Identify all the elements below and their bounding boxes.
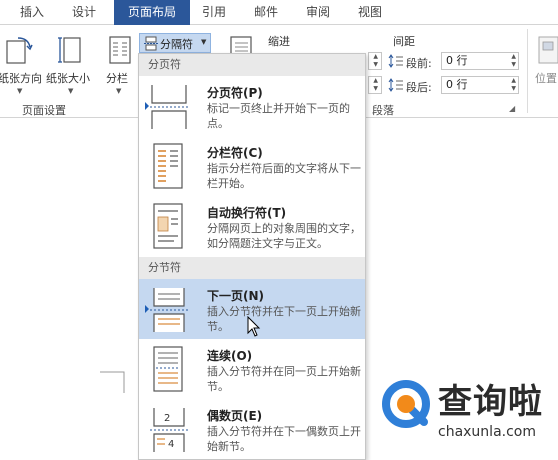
spacing-before-icon <box>388 54 403 68</box>
even-page-break-icon: 2 4 <box>150 408 188 452</box>
column-break-icon <box>153 143 183 189</box>
paragraph-group-label: 段落 <box>372 104 394 117</box>
spacing-before-value: 0 行 <box>446 54 468 67</box>
menu-item-page-break[interactable]: 分页符(P) 标记一页终止并开始下一页的点。 <box>139 76 365 136</box>
indent-right-stepper[interactable]: ▲ ▼ <box>368 52 382 70</box>
menu-item-title: 分页符(P) <box>207 86 263 100</box>
menu-item-title: 连续(O) <box>207 349 253 363</box>
indent-label: 缩进 <box>268 35 290 48</box>
page-setup-group-label: 页面设置 <box>22 104 66 117</box>
orientation-icon[interactable] <box>4 35 34 65</box>
menu-item-text-wrapping[interactable]: 自动换行符(T) 分隔网页上的对象周围的文字，如分隔题注文字与正文。 <box>139 196 365 256</box>
ribbon-tab-bar: 插入 设计 页面布局 引用 邮件 审阅 视图 <box>0 0 558 25</box>
indent-right-stepper[interactable]: ▲ ▼ <box>368 76 382 94</box>
watermark: 查询啦 chaxunla.com <box>380 368 556 456</box>
chevron-down-icon: ▼ <box>116 87 122 95</box>
orientation-button[interactable]: 纸张方向 <box>0 70 42 86</box>
watermark-domain: chaxunla.com <box>438 424 536 440</box>
group-divider <box>527 29 528 113</box>
breaks-dropdown-menu: 分页符 分页符(P) 标记一页终止并开始下一页的点。 分栏符(C) 指示分栏符后… <box>138 53 366 460</box>
menu-item-description: 插入分节符并在下一页上开始新节。 <box>207 305 361 333</box>
continuous-break-icon <box>153 346 183 392</box>
menu-item-title: 偶数页(E) <box>207 409 263 423</box>
tab-view[interactable]: 视图 <box>348 0 392 25</box>
menu-item-title: 下一页(N) <box>207 289 265 303</box>
tab-review[interactable]: 审阅 <box>296 0 340 25</box>
tab-design[interactable]: 设计 <box>62 0 106 25</box>
page-break-icon <box>150 85 188 129</box>
spacing-after-label: 段后: <box>406 81 432 94</box>
next-page-break-icon <box>150 288 188 332</box>
breaks-icon <box>144 36 158 51</box>
menu-marker-icon <box>145 102 149 110</box>
menu-item-continuous[interactable]: 连续(O) 插入分节符并在同一页上开始新节。 <box>139 339 365 399</box>
breaks-button[interactable]: 分隔符 ▼ <box>139 33 211 53</box>
position-button[interactable]: 位置 <box>535 70 557 86</box>
position-icon[interactable] <box>537 35 558 65</box>
tab-insert[interactable]: 插入 <box>10 0 54 25</box>
tab-references[interactable]: 引用 <box>192 0 236 25</box>
spacing-before-label: 段前: <box>406 57 432 70</box>
breaks-label: 分隔符 <box>160 38 193 51</box>
menu-item-description: 指示分栏符后面的文字将从下一栏开始。 <box>207 162 361 190</box>
menu-item-description: 分隔网页上的对象周围的文字，如分隔题注文字与正文。 <box>207 222 361 250</box>
tab-page-layout[interactable]: 页面布局 <box>114 0 190 25</box>
text-wrapping-break-icon <box>153 203 183 249</box>
menu-marker-icon <box>145 305 149 313</box>
chevron-down-icon: ▼ <box>201 38 207 46</box>
chevron-down-icon: ▼ <box>68 87 74 95</box>
stepper-arrows-icon[interactable]: ▲ ▼ <box>511 77 516 93</box>
menu-item-column-break[interactable]: 分栏符(C) 指示分栏符后面的文字将从下一栏开始。 <box>139 136 365 196</box>
svg-text:2: 2 <box>164 413 170 424</box>
stepper-arrows-icon[interactable]: ▲ ▼ <box>511 53 516 69</box>
page-corner-mark <box>100 371 125 393</box>
page-breaks-header: 分页符 <box>139 54 365 76</box>
mouse-cursor-icon <box>247 316 261 337</box>
menu-item-title: 分栏符(C) <box>207 146 263 160</box>
tab-mailings[interactable]: 邮件 <box>244 0 288 25</box>
menu-item-title: 自动换行符(T) <box>207 206 287 220</box>
spacing-after-icon <box>388 78 403 92</box>
menu-item-description: 插入分节符并在下一偶数页上开始新节。 <box>207 425 361 453</box>
watermark-logo-icon <box>382 380 430 428</box>
menu-item-description: 标记一页终止并开始下一页的点。 <box>207 102 350 130</box>
section-breaks-header: 分节符 <box>139 257 365 279</box>
dialog-launcher-icon[interactable]: ◢ <box>509 104 515 113</box>
chevron-down-icon: ▼ <box>17 87 23 95</box>
spacing-before-input[interactable]: 0 行 ▲ ▼ <box>441 52 519 70</box>
menu-item-even-page[interactable]: 2 4 偶数页(E) 插入分节符并在下一偶数页上开始新节。 <box>139 399 365 459</box>
paper-size-icon[interactable] <box>56 34 86 66</box>
spacing-after-value: 0 行 <box>446 78 468 91</box>
columns-button[interactable]: 分栏 <box>106 70 128 86</box>
svg-text:4: 4 <box>168 439 174 450</box>
watermark-brand: 查询啦 <box>438 382 543 422</box>
menu-item-description: 插入分节符并在同一页上开始新节。 <box>207 365 361 393</box>
columns-icon[interactable] <box>108 35 134 65</box>
paper-size-button[interactable]: 纸张大小 <box>46 70 90 86</box>
spacing-after-input[interactable]: 0 行 ▲ ▼ <box>441 76 519 94</box>
spacing-label: 间距 <box>393 35 415 48</box>
